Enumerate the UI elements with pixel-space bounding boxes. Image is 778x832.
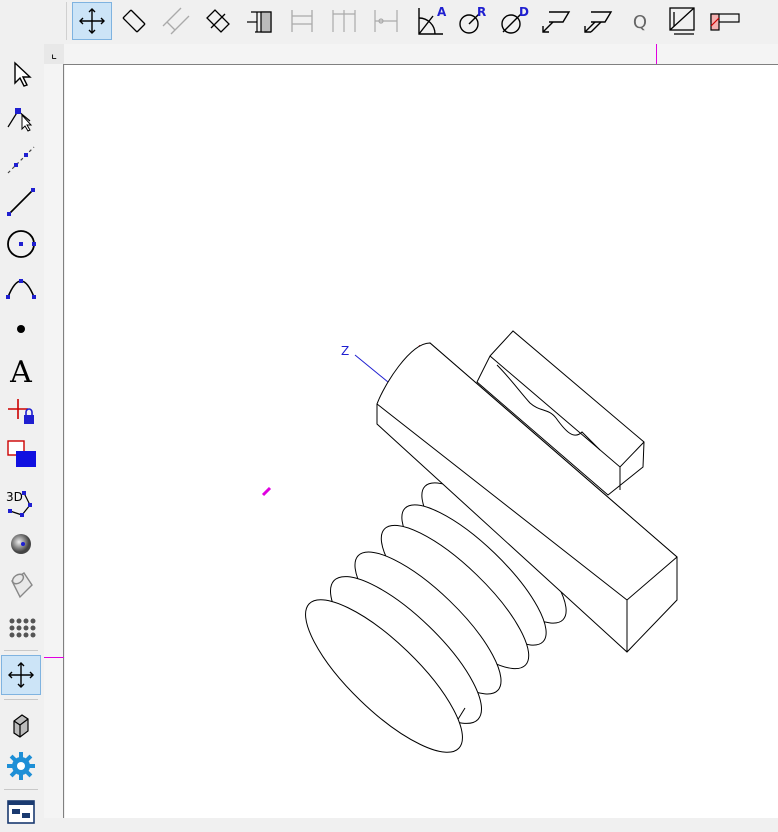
fill-region-button[interactable] <box>1 434 41 474</box>
z-axis <box>354 354 389 383</box>
drawing-canvas[interactable]: Z X Y <box>65 65 778 818</box>
3d-sketch-button[interactable]: 3D <box>1 482 41 522</box>
construction-line-button[interactable] <box>1 140 41 180</box>
line-tool-button[interactable] <box>1 182 41 222</box>
diagonal-dimension-icon <box>206 9 230 33</box>
horizontal-dimension-button[interactable] <box>282 2 322 40</box>
cursor-marker-horizontal-ruler <box>656 44 657 64</box>
panel-window-button[interactable] <box>1 792 41 832</box>
isometric-part <box>305 330 678 753</box>
radius-dimension-icon: R <box>459 5 486 34</box>
leader-note-button[interactable] <box>536 2 576 40</box>
circle-icon <box>7 230 36 258</box>
hatch-section-button[interactable] <box>240 2 280 40</box>
circle-tool-button[interactable] <box>1 224 41 264</box>
move-icon <box>79 8 105 34</box>
diagonal-dimension-button[interactable] <box>198 2 238 40</box>
quality-letter: Q <box>633 12 647 33</box>
multi-leader-icon <box>584 11 613 33</box>
arc-curve-icon <box>6 279 36 299</box>
select-point-icon <box>7 108 33 132</box>
cursor-marker-vertical-ruler <box>44 657 64 658</box>
hatch-label-icon <box>710 13 740 31</box>
vertical-ruler <box>44 64 64 818</box>
move-view-button[interactable] <box>1 655 41 695</box>
quality-icon: Q <box>633 12 647 33</box>
aligned-dimension-icon <box>122 9 146 33</box>
fill-region-icon <box>7 440 36 467</box>
constraint-lock-icon <box>8 399 34 424</box>
select-point-button[interactable] <box>1 98 41 138</box>
settings-button[interactable] <box>1 746 41 786</box>
point-tool-button[interactable] <box>1 308 41 348</box>
move-view-icon <box>8 662 34 688</box>
chain-dimension-icon <box>332 10 356 32</box>
quality-button[interactable]: Q <box>620 2 660 40</box>
dimension-grid-button[interactable] <box>662 2 702 40</box>
leader-note-icon <box>542 11 571 33</box>
angled-dimension-button[interactable] <box>156 2 196 40</box>
toolbar-separator <box>4 699 38 700</box>
angular-dimension-button[interactable]: A <box>410 2 450 40</box>
extrude-solid-icon <box>13 714 29 738</box>
text-icon: A <box>9 355 32 387</box>
toolbar-separator <box>66 2 67 40</box>
chain-dimension-button[interactable] <box>324 2 364 40</box>
angled-dimension-icon <box>162 7 190 35</box>
construction-line-icon <box>7 146 35 174</box>
cad-drawing: Z X Y <box>261 330 678 753</box>
angular-dimension-icon: A <box>418 5 447 35</box>
multi-leader-button[interactable] <box>578 2 618 40</box>
cylinder-icon <box>11 572 33 599</box>
ruler-corner-glyph: ⌞ <box>50 46 58 62</box>
constraint-lock-button[interactable] <box>1 392 41 432</box>
top-toolbar: A R D Q <box>0 0 778 44</box>
baseline-dimension-icon <box>374 10 398 32</box>
z-axis-label: Z <box>341 344 349 358</box>
extrude-solid-button[interactable] <box>1 704 41 744</box>
text-tool-letter: A <box>9 355 32 387</box>
panel-window-icon <box>7 800 35 824</box>
radius-letter: R <box>477 5 486 19</box>
3d-label: 3D <box>6 490 23 504</box>
dimension-grid-icon <box>669 7 695 35</box>
diameter-dimension-icon: D <box>501 5 529 34</box>
point-icon <box>17 325 25 333</box>
cursor-marker <box>261 486 272 497</box>
sphere-icon <box>11 534 31 554</box>
cylinder-button[interactable] <box>1 566 41 606</box>
toolbar-separator <box>4 789 38 790</box>
move-tool-button[interactable] <box>72 2 112 40</box>
arc-curve-button[interactable] <box>1 266 41 306</box>
diameter-letter: D <box>519 5 529 19</box>
line-icon <box>7 188 35 216</box>
text-tool-button[interactable]: A <box>1 350 41 390</box>
pattern-dots-icon <box>9 618 36 638</box>
radius-dimension-button[interactable]: R <box>452 2 492 40</box>
select-tool-button[interactable] <box>1 54 41 94</box>
horizontal-ruler <box>64 44 778 65</box>
pattern-dots-button[interactable] <box>1 608 41 648</box>
horizontal-dimension-icon <box>291 10 313 32</box>
hatch-section-icon <box>247 11 272 33</box>
angular-letter: A <box>437 5 447 19</box>
select-arrow-icon <box>14 61 32 87</box>
baseline-dimension-button[interactable] <box>366 2 406 40</box>
toolbar-separator <box>4 650 38 651</box>
3d-sketch-icon: 3D <box>6 490 32 517</box>
sphere-button[interactable] <box>1 524 41 564</box>
settings-gear-icon <box>7 752 35 780</box>
left-toolbar: A 3D <box>0 44 44 824</box>
aligned-dimension-button[interactable] <box>114 2 154 40</box>
ruler-corner[interactable]: ⌞ <box>44 44 64 64</box>
diameter-dimension-button[interactable]: D <box>494 2 534 40</box>
hatch-label-button[interactable] <box>704 2 744 40</box>
